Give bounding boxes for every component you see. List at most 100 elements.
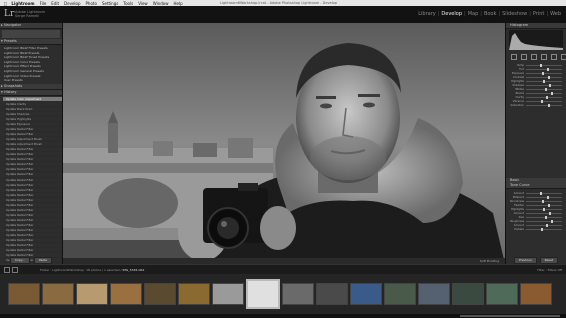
slider-knob[interactable]	[549, 211, 552, 215]
photo-canvas[interactable]	[63, 23, 505, 264]
slider-knob[interactable]	[547, 203, 550, 207]
red-eye-icon[interactable]	[531, 54, 537, 60]
slider-track[interactable]	[526, 71, 562, 75]
filmstrip-thumbnail[interactable]	[76, 283, 108, 305]
navigator-header[interactable]: ▸ Navigator	[0, 23, 62, 29]
menu-file[interactable]: File	[40, 1, 47, 6]
presets-header[interactable]: ▾ Presets	[0, 39, 62, 45]
slider-track[interactable]	[526, 95, 562, 99]
filmstrip-thumbnail[interactable]	[316, 283, 348, 305]
slider-knob[interactable]	[550, 91, 553, 95]
slider-track[interactable]	[526, 215, 562, 219]
slider-knob[interactable]	[549, 83, 552, 87]
slider-track[interactable]	[526, 191, 562, 195]
histogram-header[interactable]: Histogram	[506, 23, 566, 29]
module-print[interactable]: Print	[531, 11, 547, 17]
slider-track[interactable]	[526, 211, 562, 215]
previous-button[interactable]: Previous	[513, 256, 537, 264]
menu-help[interactable]: Help	[173, 1, 182, 6]
soft-proofing-checkbox[interactable]: Soft Proofing	[480, 259, 499, 263]
slider-track[interactable]	[526, 195, 562, 199]
menu-edit[interactable]: Edit	[51, 1, 59, 6]
filmstrip-thumbnail[interactable]	[212, 283, 244, 305]
slider-knob[interactable]	[541, 71, 544, 75]
filmstrip-thumbnail[interactable]	[350, 283, 382, 305]
secondary-display-icon[interactable]	[12, 267, 18, 273]
paste-button[interactable]: Paste	[33, 256, 53, 264]
filmstrip-thumbnail[interactable]	[486, 283, 518, 305]
slider-track[interactable]	[526, 63, 562, 67]
menu-photo[interactable]: Photo	[86, 1, 97, 6]
filmstrip-thumbnail[interactable]	[520, 283, 552, 305]
module-map[interactable]: Map	[466, 11, 481, 17]
slider-track[interactable]	[526, 99, 562, 103]
slider-track[interactable]	[526, 219, 562, 223]
slider-knob[interactable]	[547, 75, 550, 79]
menu-settings[interactable]: Settings	[102, 1, 118, 6]
slider-knob[interactable]	[547, 103, 550, 107]
slider-knob[interactable]	[546, 95, 549, 99]
grid-view-icon[interactable]	[4, 267, 10, 273]
menu-develop[interactable]: Develop	[64, 1, 80, 6]
radial-filter-icon[interactable]	[551, 54, 557, 60]
preset-folder[interactable]: User Presets	[4, 78, 62, 83]
slider-track[interactable]	[526, 103, 562, 107]
slider-track[interactable]	[526, 83, 562, 87]
slider-knob[interactable]	[540, 191, 543, 195]
slider-track[interactable]	[526, 75, 562, 79]
module-book[interactable]: Book	[482, 11, 498, 17]
filmstrip-thumbnail[interactable]	[178, 283, 210, 305]
crop-tool-icon[interactable]	[511, 54, 517, 60]
slider-track[interactable]	[526, 223, 562, 227]
slider-knob[interactable]	[546, 223, 549, 227]
slider-knob[interactable]	[543, 207, 546, 211]
filmstrip-thumbnail[interactable]	[144, 283, 176, 305]
graduated-filter-icon[interactable]	[541, 54, 547, 60]
filmstrip-scrollbar[interactable]	[460, 315, 560, 317]
slider-knob[interactable]	[541, 199, 544, 203]
filmstrip-thumbnail[interactable]	[282, 283, 314, 305]
slider-knob[interactable]	[544, 215, 547, 219]
slider-knob[interactable]	[543, 79, 546, 83]
filmstrip-thumbnail[interactable]	[384, 283, 416, 305]
module-develop[interactable]: Develop	[439, 11, 464, 17]
reset-button[interactable]: Reset	[539, 256, 559, 264]
module-library[interactable]: Library	[416, 11, 437, 17]
slider-track[interactable]	[526, 227, 562, 231]
slider-knob[interactable]	[550, 219, 553, 223]
filmstrip-thumbnail[interactable]	[452, 283, 484, 305]
filmstrip-thumbnail[interactable]	[246, 279, 280, 309]
menu-tools[interactable]: Tools	[123, 1, 133, 6]
slider-track[interactable]	[526, 87, 562, 91]
filmstrip-thumbnail[interactable]	[418, 283, 450, 305]
tone-curve-header[interactable]: Tone Curve	[506, 183, 566, 189]
slider-track[interactable]	[526, 199, 562, 203]
histogram-chart[interactable]	[509, 30, 563, 50]
slider-knob[interactable]	[544, 87, 547, 91]
menu-view[interactable]: View	[138, 1, 148, 6]
filter-control[interactable]: Filter : Filters Off	[537, 268, 562, 272]
slider-knob[interactable]	[541, 227, 544, 231]
slider-track[interactable]	[526, 91, 562, 95]
filmstrip-thumbnail[interactable]	[110, 283, 142, 305]
slider-knob[interactable]	[540, 63, 543, 67]
slider-knob[interactable]	[541, 99, 544, 103]
menu-window[interactable]: Window	[153, 1, 169, 6]
source-path[interactable]: Folder : Lightroom6Workshop 18 photos / …	[40, 268, 144, 272]
module-web[interactable]: Web	[548, 11, 563, 17]
copy-button[interactable]: Copy...	[9, 256, 30, 264]
filmstrip-thumbnail[interactable]	[8, 283, 40, 305]
slider-knob[interactable]	[546, 195, 549, 199]
spot-removal-icon[interactable]	[521, 54, 527, 60]
navigator-preview[interactable]	[2, 30, 60, 38]
menu-app[interactable]: Lightroom	[11, 1, 34, 6]
apple-icon[interactable]: 	[4, 1, 6, 6]
slider-knob[interactable]	[546, 67, 549, 71]
slider-track[interactable]	[526, 79, 562, 83]
slider-track[interactable]	[526, 67, 562, 71]
adjustment-brush-icon[interactable]	[561, 54, 566, 60]
slider-track[interactable]	[526, 207, 562, 211]
module-slideshow[interactable]: Slideshow	[500, 11, 529, 17]
history-header[interactable]: ▾ History	[0, 89, 62, 96]
filmstrip-thumbnail[interactable]	[42, 283, 74, 305]
